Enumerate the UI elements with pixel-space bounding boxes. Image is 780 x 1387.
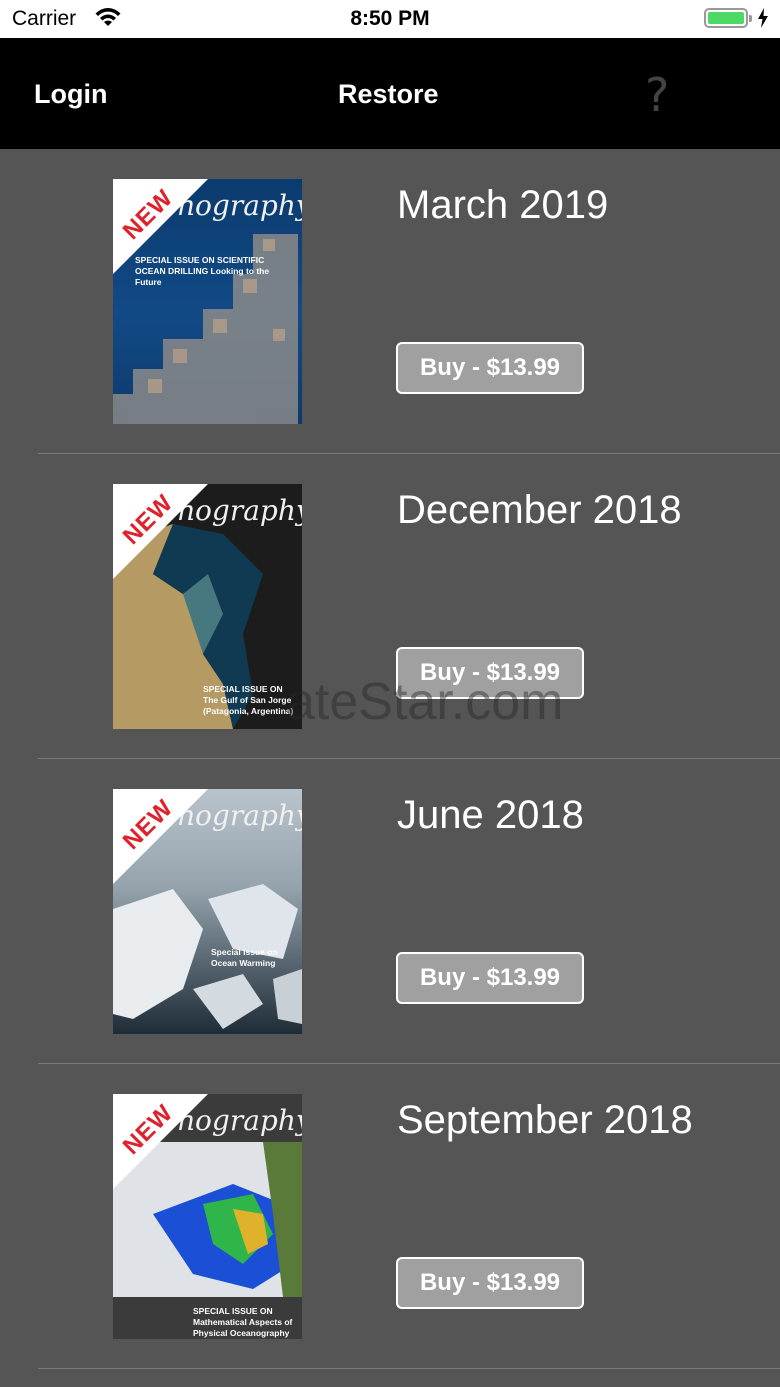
buy-button[interactable]: Buy - $13.99 xyxy=(396,342,584,394)
issue-cover-image[interactable]: nography SPECIAL ISSUE ON Mathematical A… xyxy=(113,1094,302,1339)
help-icon[interactable]: ? xyxy=(645,68,669,122)
cover-subtitle: SPECIAL ISSUE ON The Gulf of San Jorge (… xyxy=(203,684,294,716)
issue-cover-image[interactable]: nography SPECIAL ISSUE ON SCIENTIFIC OCE… xyxy=(113,179,302,424)
issue-cover-image[interactable]: nography SPECIAL ISSUE ON The Gulf of Sa… xyxy=(113,484,302,729)
restore-button[interactable]: Restore xyxy=(338,79,439,110)
issue-row: nography SPECIAL ISSUE ON The Gulf of Sa… xyxy=(0,454,780,759)
cover-subtitle: SPECIAL ISSUE ON Mathematical Aspects of… xyxy=(193,1306,293,1338)
charging-bolt-icon xyxy=(757,8,769,33)
buy-button[interactable]: Buy - $13.99 xyxy=(396,647,584,699)
issue-title: March 2019 xyxy=(397,183,609,227)
status-bar: Carrier 8:50 PM xyxy=(0,0,780,38)
issue-row: nography SPECIAL ISSUE ON SCIENTIFIC OCE… xyxy=(0,149,780,454)
login-button[interactable]: Login xyxy=(34,79,107,110)
buy-button[interactable]: Buy - $13.99 xyxy=(396,1257,584,1309)
issue-title: September 2018 xyxy=(397,1098,693,1142)
issue-list: nography SPECIAL ISSUE ON SCIENTIFIC OCE… xyxy=(0,149,780,1369)
battery-icon xyxy=(704,8,752,28)
issue-title: June 2018 xyxy=(397,793,584,837)
issue-row: nography SPECIAL ISSUE ON Mathematical A… xyxy=(0,1064,780,1369)
navigation-bar: Login Restore ? xyxy=(0,38,780,149)
issue-row: nography Special Issue on Ocean Warming … xyxy=(0,759,780,1064)
row-divider xyxy=(38,1368,780,1369)
issue-cover-image[interactable]: nography Special Issue on Ocean Warming … xyxy=(113,789,302,1034)
clock-time: 8:50 PM xyxy=(350,7,430,30)
buy-button[interactable]: Buy - $13.99 xyxy=(396,952,584,1004)
issue-title: December 2018 xyxy=(397,488,682,532)
cover-subtitle: Special Issue on Ocean Warming xyxy=(211,947,278,968)
